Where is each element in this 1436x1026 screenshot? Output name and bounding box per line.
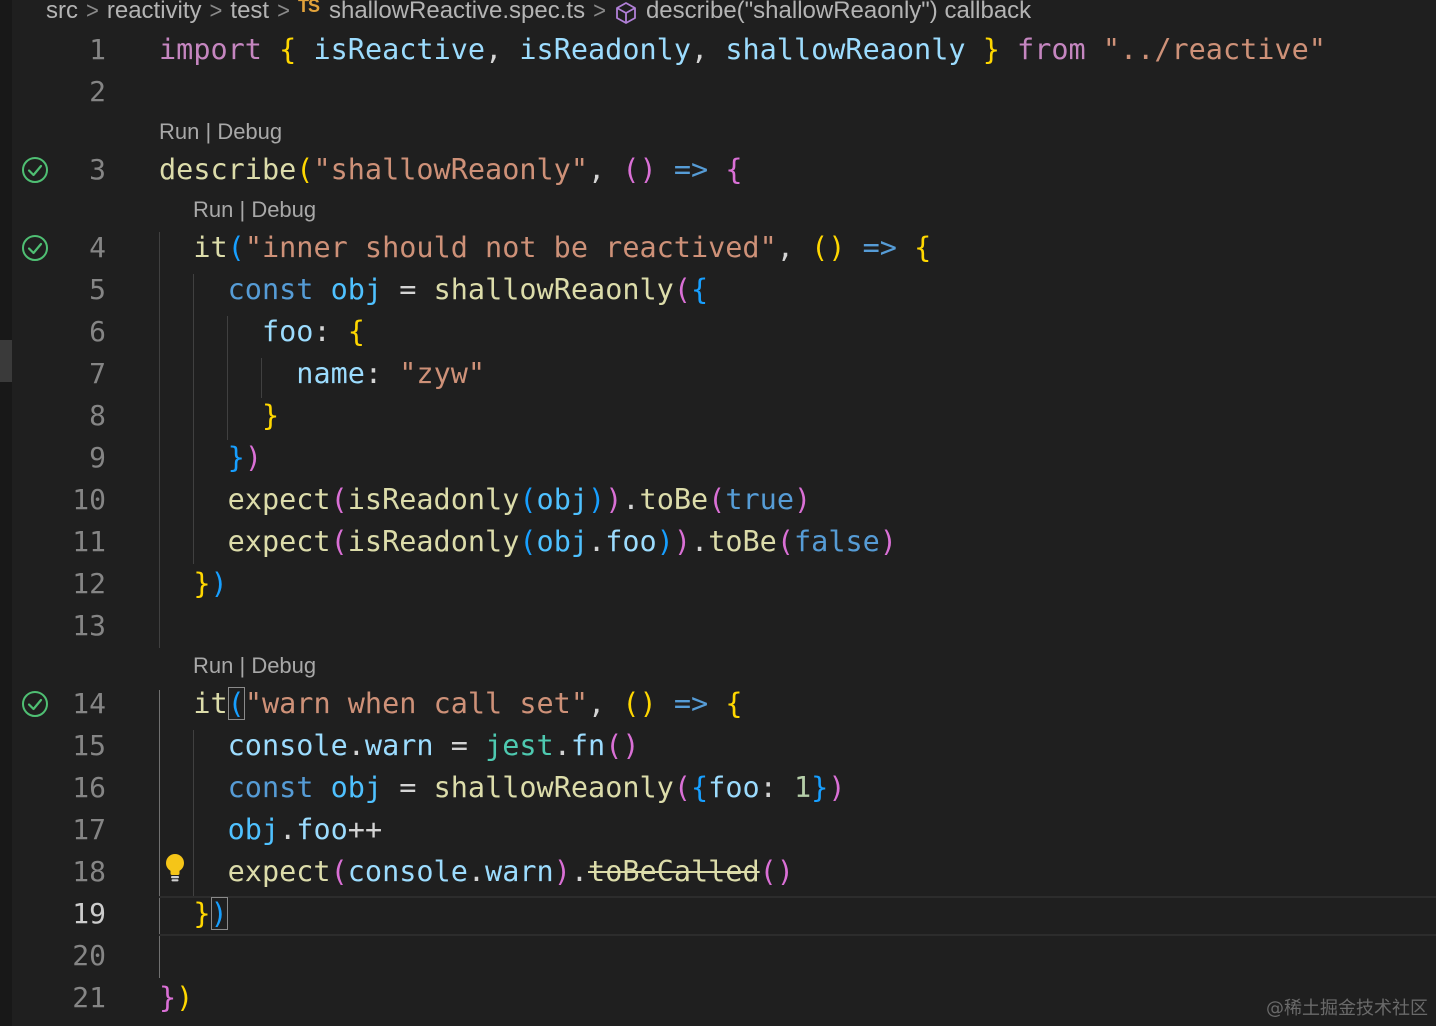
codelens: Run | Debug <box>193 197 317 222</box>
code-line[interactable]: 17 obj.foo++ <box>0 809 1436 851</box>
code-text[interactable]: it("inner should not be reactived", () =… <box>159 227 931 269</box>
line-number: 13 <box>72 609 106 642</box>
chevron-right-icon: > <box>209 0 223 25</box>
breadcrumb: src > reactivity > test > TS shallowReac… <box>46 0 1031 26</box>
code-text[interactable]: }) <box>159 977 193 1019</box>
code-text[interactable]: name: "zyw" <box>159 353 485 395</box>
line-number: 11 <box>72 525 106 558</box>
code-line[interactable]: 8 } <box>0 395 1436 437</box>
line-number: 16 <box>72 771 106 804</box>
codelens-debug-link[interactable]: Debug <box>251 653 316 678</box>
line-number: 15 <box>72 729 106 762</box>
code-text[interactable]: foo: { <box>159 311 365 353</box>
code-text[interactable]: expect(isReadonly(obj.foo)).toBe(false) <box>159 521 897 563</box>
check-circle-icon[interactable] <box>21 690 49 718</box>
chevron-right-icon: > <box>277 0 290 25</box>
line-number: 20 <box>72 939 106 972</box>
code-line-active[interactable]: 19 }) <box>0 893 1436 935</box>
code-line[interactable]: 20 <box>0 935 1436 977</box>
code-text[interactable]: expect(console.warn).toBeCalled() <box>159 851 794 893</box>
chevron-right-icon: > <box>86 0 99 25</box>
code-text[interactable]: import { isReactive, isReadonly, shallow… <box>159 29 1326 71</box>
codelens-run-link[interactable]: Run <box>159 119 199 144</box>
code-text[interactable]: obj.foo++ <box>159 809 382 851</box>
code-text[interactable]: describe("shallowReaonly", () => { <box>159 149 743 191</box>
breadcrumb-item-reactivity[interactable]: reactivity <box>107 0 202 25</box>
line-number: 7 <box>89 357 106 390</box>
lightbulb-icon[interactable] <box>163 852 187 884</box>
line-number: 8 <box>89 399 106 432</box>
code-line[interactable]: 13 <box>0 605 1436 647</box>
code-line[interactable]: 1 import { isReactive, isReadonly, shall… <box>0 29 1436 71</box>
code-line[interactable]: 3 describe("shallowReaonly", () => { <box>0 149 1436 191</box>
chevron-right-icon: > <box>593 0 606 25</box>
code-line[interactable]: 11 expect(isReadonly(obj.foo)).toBe(fals… <box>0 521 1436 563</box>
line-number: 4 <box>89 231 106 264</box>
code-editor[interactable]: src > reactivity > test > TS shallowReac… <box>0 0 1436 1026</box>
code-text[interactable]: console.warn = jest.fn() <box>159 725 640 767</box>
code-line[interactable]: 10 expect(isReadonly(obj)).toBe(true) <box>0 479 1436 521</box>
code-text[interactable]: it("warn when call set", () => { <box>159 683 743 725</box>
code-line[interactable]: 15 console.warn = jest.fn() <box>0 725 1436 767</box>
code-text[interactable]: }) <box>159 437 262 479</box>
line-number: 3 <box>89 153 106 186</box>
code-line[interactable]: 6 foo: { <box>0 311 1436 353</box>
code-line[interactable]: 4 it("inner should not be reactived", ()… <box>0 227 1436 269</box>
line-number: 5 <box>89 273 106 306</box>
codelens-debug-link[interactable]: Debug <box>251 197 316 222</box>
codelens-run-link[interactable]: Run <box>193 197 233 222</box>
code-line[interactable]: 2 <box>0 71 1436 113</box>
line-number: 9 <box>89 441 106 474</box>
check-circle-icon[interactable] <box>21 234 49 262</box>
code-line[interactable]: 5 const obj = shallowReaonly({ <box>0 269 1436 311</box>
code-text[interactable]: } <box>159 395 279 437</box>
check-circle-icon[interactable] <box>21 156 49 184</box>
line-number: 21 <box>72 981 106 1014</box>
breadcrumb-item-test[interactable]: test <box>230 0 269 25</box>
code-line[interactable]: 12 }) <box>0 563 1436 605</box>
line-number: 1 <box>89 33 106 66</box>
line-number: 2 <box>89 75 106 108</box>
code-line[interactable]: 14 it("warn when call set", () => { <box>0 683 1436 725</box>
line-number: 12 <box>72 567 106 600</box>
breadcrumb-item-file[interactable]: shallowReactive.spec.ts <box>329 0 585 25</box>
code-line[interactable]: 21 }) <box>0 977 1436 1019</box>
code-text[interactable]: expect(isReadonly(obj)).toBe(true) <box>159 479 812 521</box>
code-line[interactable]: 16 const obj = shallowReaonly({foo: 1}) <box>0 767 1436 809</box>
line-number: 18 <box>72 855 106 888</box>
breadcrumb-item-src[interactable]: src <box>46 0 78 25</box>
line-number: 10 <box>72 483 106 516</box>
code-line[interactable]: 18 expect(console.warn).toBeCalled() <box>0 851 1436 893</box>
code-text[interactable]: }) <box>159 893 228 935</box>
line-number: 6 <box>89 315 106 348</box>
code-text[interactable]: const obj = shallowReaonly({ <box>159 269 709 311</box>
cube-icon <box>616 2 636 24</box>
breadcrumb-item-symbol[interactable]: describe("shallowReaonly") callback <box>646 0 1031 25</box>
code-line[interactable]: 9 }) <box>0 437 1436 479</box>
code-line[interactable]: 7 name: "zyw" <box>0 353 1436 395</box>
watermark: @稀土掘金技术社区 <box>1266 998 1428 1019</box>
codelens-debug-link[interactable]: Debug <box>217 119 282 144</box>
typescript-icon: TS <box>297 0 320 16</box>
codelens: Run | Debug <box>159 119 283 144</box>
line-number-active: 19 <box>72 897 106 930</box>
code-text[interactable]: }) <box>159 563 227 605</box>
line-number: 17 <box>72 813 106 846</box>
codelens-run-link[interactable]: Run <box>193 653 233 678</box>
line-number: 14 <box>72 687 106 720</box>
code-text[interactable]: const obj = shallowReaonly({foo: 1}) <box>159 767 846 809</box>
codelens: Run | Debug <box>193 653 317 678</box>
